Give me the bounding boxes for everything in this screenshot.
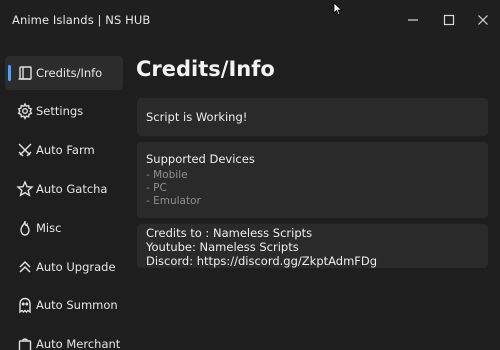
content-panel: Credits/Info Script is Working! Supporte… [126, 46, 500, 350]
close-icon [478, 15, 488, 25]
discord-line[interactable]: Discord: https://discord.gg/ZkptAdmFDg [146, 254, 377, 268]
sidebar-item-label: Auto Summon [36, 298, 118, 312]
sidebar-item-label: Settings [36, 104, 84, 118]
maximize-button[interactable] [438, 9, 460, 31]
sidebar-item-credits-info[interactable]: Credits/Info [5, 56, 123, 90]
device-item: - Mobile [146, 169, 188, 181]
status-card: Script is Working! [137, 98, 488, 136]
youtube-line: Youtube: Nameless Scripts [146, 240, 299, 254]
sidebar-item-misc[interactable]: Misc [5, 211, 123, 245]
sidebar-item-auto-farm[interactable]: Auto Farm [5, 133, 123, 167]
sidebar-item-label: Credits/Info [36, 66, 103, 80]
supported-devices-card: Supported Devices - Mobile - PC - Emulat… [137, 142, 488, 218]
device-item: - PC [146, 182, 167, 194]
mouse-cursor-icon [333, 2, 343, 16]
double-chevron-up-icon [16, 258, 34, 276]
crossed-swords-icon [16, 141, 34, 159]
sidebar-item-label: Auto Upgrade [36, 260, 116, 274]
bag-icon [16, 335, 34, 350]
active-indicator [8, 65, 11, 81]
credits-line: Credits to : Nameless Scripts [146, 226, 313, 240]
sidebar-item-auto-upgrade[interactable]: Auto Upgrade [5, 250, 123, 284]
sidebar-item-label: Auto Farm [36, 143, 95, 157]
page-title: Credits/Info [136, 57, 275, 81]
sidebar-item-label: Misc [36, 221, 62, 235]
sidebar-item-auto-summon[interactable]: Auto Summon [5, 288, 123, 322]
credits-card: Credits to : Nameless Scripts Youtube: N… [137, 224, 488, 268]
devices-heading: Supported Devices [146, 152, 255, 166]
title-bar: Anime Islands | NS HUB [0, 0, 500, 40]
book-icon [16, 64, 34, 82]
sidebar-item-auto-merchant[interactable]: Auto Merchant [5, 327, 123, 350]
sidebar-item-settings[interactable]: Settings [5, 94, 123, 128]
sidebar: Credits/Info Settings Auto Farm Auto Gat… [0, 46, 126, 350]
minimize-icon [408, 19, 418, 21]
maximize-icon [443, 14, 455, 26]
ghost-icon [16, 296, 34, 314]
window-title: Anime Islands | NS HUB [12, 13, 151, 27]
sidebar-item-label: Auto Merchant [36, 337, 121, 350]
sidebar-item-auto-gatcha[interactable]: Auto Gatcha [5, 172, 123, 206]
flame-icon [16, 219, 34, 237]
sidebar-item-label: Auto Gatcha [36, 182, 108, 196]
device-item: - Emulator [146, 195, 201, 207]
star-icon [16, 180, 34, 198]
gear-icon [16, 102, 34, 120]
close-button[interactable] [472, 9, 494, 31]
minimize-button[interactable] [402, 9, 424, 31]
status-text: Script is Working! [146, 110, 248, 124]
